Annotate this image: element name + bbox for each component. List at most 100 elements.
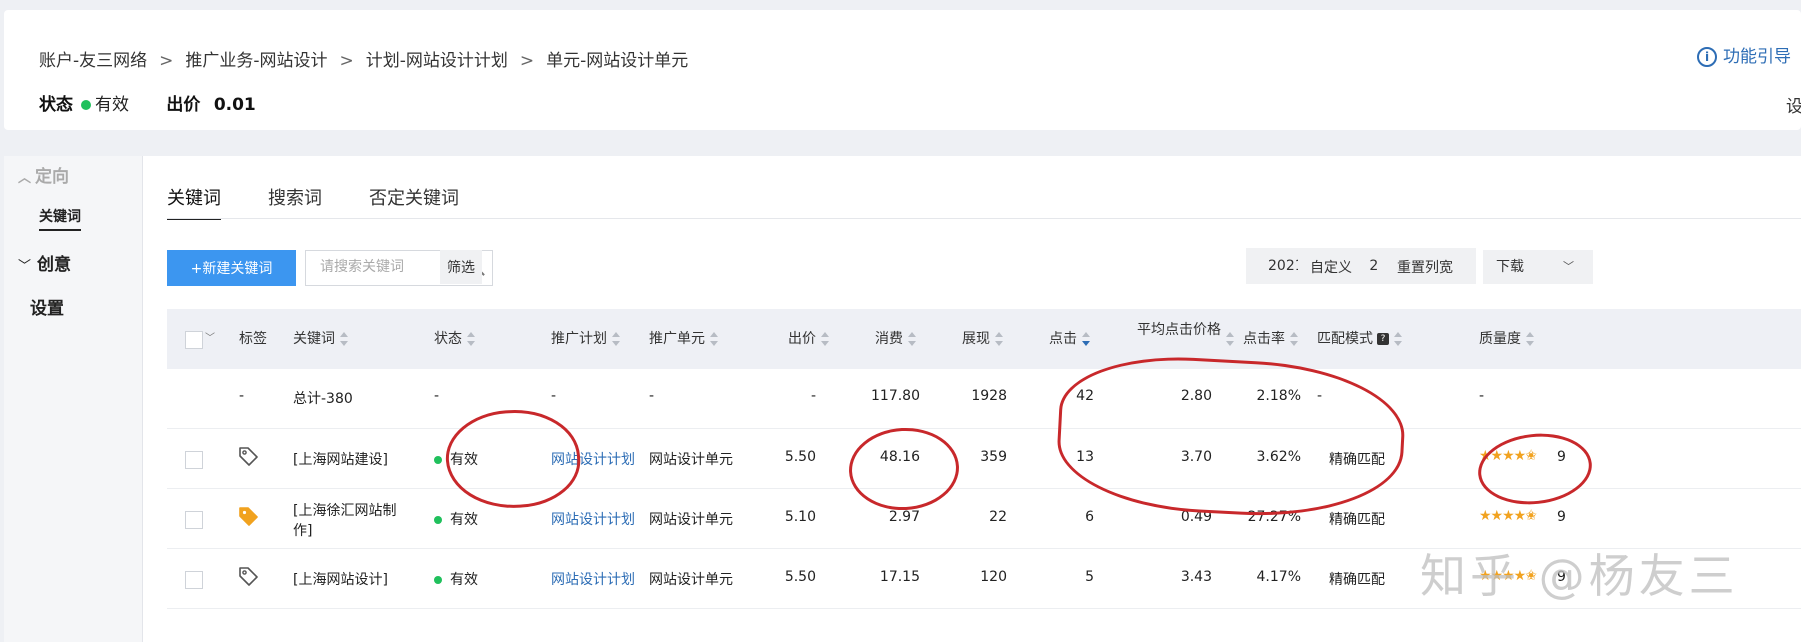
cell-match: - — [1317, 388, 1323, 404]
row-checkbox[interactable] — [185, 571, 203, 589]
sort-icon[interactable] — [908, 332, 916, 346]
sort-icon[interactable] — [995, 332, 1003, 346]
col-match[interactable]: 匹配模式? — [1317, 309, 1402, 369]
cell-status: - — [434, 388, 440, 404]
chevron-down-icon[interactable]: ﹀ — [205, 309, 215, 369]
sidebar-item-label: 创意 — [37, 255, 72, 275]
sidebar-item-creative[interactable]: ﹀ 创意 — [18, 250, 71, 275]
cell-match[interactable]: 精确匹配 — [1329, 569, 1385, 589]
breadcrumb-business[interactable]: 推广业务-网站设计 — [185, 51, 327, 71]
cell-clicks: 42 — [1076, 388, 1094, 404]
cell-impressions: 1928 — [971, 388, 1007, 404]
col-keyword[interactable]: 关键词 — [293, 309, 348, 369]
tab-search-terms[interactable]: 搜索词 — [268, 184, 322, 218]
col-plan[interactable]: 推广计划 — [551, 309, 620, 369]
sort-icon[interactable] — [1226, 332, 1234, 346]
col-status[interactable]: 状态 — [434, 309, 475, 369]
sidebar-item-label: 定向 — [35, 167, 70, 187]
cell-cost: 48.16 — [879, 449, 920, 465]
tab-divider — [167, 218, 1801, 219]
sort-icon[interactable] — [1394, 332, 1402, 346]
new-keyword-button[interactable]: +新建关键词 — [167, 250, 296, 286]
sort-icon[interactable] — [467, 332, 475, 346]
sort-icon[interactable] — [612, 332, 620, 346]
breadcrumb-unit: 单元-网站设计单元 — [546, 51, 689, 71]
col-unit[interactable]: 推广单元 — [649, 309, 718, 369]
cell-status-text: 有效 — [450, 512, 478, 528]
header-panel: 账户-友三网络 > 推广业务-网站设计 > 计划-网站设计计划 > 单元-网站设计单元 状态… — [4, 10, 1801, 130]
cell-unit: 网站设计单元 — [649, 512, 733, 528]
sort-icon[interactable] — [1526, 332, 1534, 346]
tab-keywords[interactable]: 关键词 — [167, 184, 221, 220]
cell-keyword: 总计-380 — [293, 391, 353, 407]
cell-match[interactable]: 精确匹配 — [1329, 509, 1385, 529]
cell-plan-link[interactable]: 网站设计计划 — [551, 509, 635, 529]
sort-icon[interactable] — [340, 332, 348, 346]
table-row-total: - 总计-380 - - - - 117.80 1928 42 2.80 2.1… — [167, 369, 1801, 429]
cell-plan-link[interactable]: 网站设计计划 — [551, 569, 635, 589]
status-dot-icon — [434, 516, 442, 524]
chevron-down-icon: ﹀ — [18, 259, 32, 274]
tag-outline-icon[interactable] — [237, 565, 259, 591]
col-cost-label: 消费 — [875, 331, 903, 347]
col-status-label: 状态 — [434, 331, 462, 347]
download-dropdown[interactable]: 下载 ﹀ — [1483, 250, 1593, 284]
sidebar-item-keywords[interactable]: 关键词 — [39, 206, 81, 231]
bid-label: 出价 — [166, 95, 201, 115]
col-ctr[interactable]: 点击率 — [1243, 309, 1298, 369]
cell-impressions: 120 — [980, 569, 1007, 585]
watermark: 知乎 @杨友三 — [1420, 549, 1739, 603]
col-ctr-label: 点击率 — [1243, 331, 1285, 347]
table-row[interactable]: [上海网站建设] 有效 网站设计计划 网站设计单元 5.50 48.16 359… — [167, 429, 1801, 489]
row-checkbox[interactable] — [185, 511, 203, 529]
cell-bid[interactable]: 5.50 — [785, 569, 816, 585]
sidebar: ︿ 定向 关键词 ﹀ 创意 设置 — [4, 156, 143, 642]
cell-match[interactable]: 精确匹配 — [1329, 449, 1385, 469]
cell-bid: - — [810, 388, 816, 404]
cell-impressions: 359 — [980, 449, 1007, 465]
sort-icon[interactable] — [1290, 332, 1298, 346]
cell-tag: - — [239, 388, 245, 404]
cell-cost: 2.97 — [888, 509, 920, 525]
col-quality[interactable]: 质量度 — [1479, 309, 1534, 369]
col-avg-cpc-sort[interactable] — [1221, 309, 1234, 369]
cell-unit: - — [649, 388, 655, 404]
settings-link-partial[interactable]: 设 — [1786, 92, 1801, 117]
custom-columns-button[interactable]: 自定义 — [1298, 250, 1364, 284]
tab-negative-keywords[interactable]: 否定关键词 — [369, 184, 459, 218]
col-impressions-label: 展现 — [962, 331, 990, 347]
cell-bid[interactable]: 5.10 — [785, 509, 816, 525]
cell-status: 有效 — [434, 449, 478, 469]
sidebar-item-settings[interactable]: 设置 — [30, 294, 64, 319]
col-clicks[interactable]: 点击 — [1049, 309, 1090, 369]
col-cost[interactable]: 消费 — [875, 309, 916, 369]
help-link[interactable]: i 功能引导 — [1697, 42, 1791, 67]
chevron-down-icon: ﹀ — [1563, 260, 1574, 273]
sort-icon[interactable] — [710, 332, 718, 346]
cell-cost: 117.80 — [871, 388, 920, 404]
breadcrumb-plan[interactable]: 计划-网站设计计划 — [366, 51, 508, 71]
reset-width-button[interactable]: 重置列宽 — [1379, 250, 1471, 284]
help-icon[interactable]: ? — [1377, 333, 1389, 345]
row-checkbox[interactable] — [185, 451, 203, 469]
cell-quality: 9 — [1557, 509, 1566, 525]
filter-button[interactable]: 筛选 — [440, 250, 482, 284]
cell-plan-link[interactable]: 网站设计计划 — [551, 449, 635, 469]
status-dot-icon — [81, 99, 91, 110]
select-all-checkbox[interactable] — [185, 331, 203, 349]
col-tag: 标签 — [239, 331, 267, 347]
cell-bid[interactable]: 5.50 — [785, 449, 816, 465]
col-unit-label: 推广单元 — [649, 331, 705, 347]
cell-impressions: 22 — [989, 509, 1007, 525]
table-header: ﹀ 标签 关键词 状态 推广计划 推广单元 出价 消费 展现 点击 平均点击价格… — [167, 309, 1801, 369]
col-impressions[interactable]: 展现 — [962, 309, 1003, 369]
tag-filled-orange-icon[interactable] — [237, 505, 259, 531]
breadcrumb-account[interactable]: 账户-友三网络 — [39, 51, 147, 71]
sidebar-item-targeting[interactable]: ︿ 定向 — [18, 162, 69, 187]
cell-quality: 9 — [1557, 449, 1566, 465]
status-dot-icon — [434, 576, 442, 584]
tag-outline-icon[interactable] — [237, 445, 259, 471]
sort-icon[interactable] — [821, 332, 829, 346]
col-bid[interactable]: 出价 — [788, 309, 829, 369]
sort-desc-icon[interactable] — [1082, 332, 1090, 346]
